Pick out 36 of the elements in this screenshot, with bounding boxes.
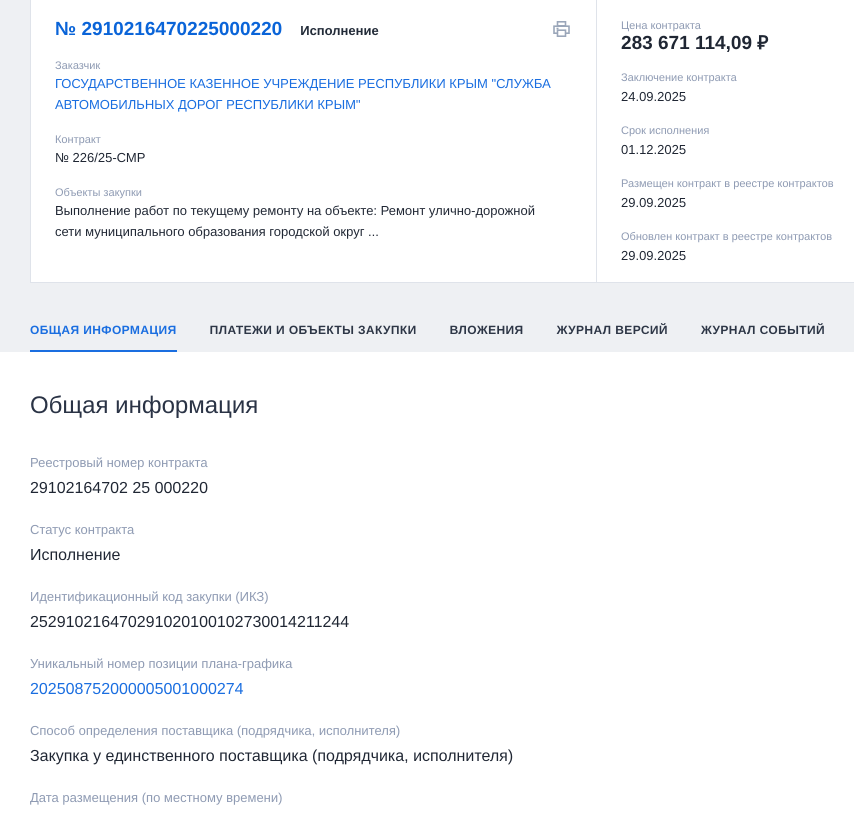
contract-price: 283 671 114,09 ₽ bbox=[621, 33, 768, 55]
date-value: 29.09.2025 bbox=[621, 194, 686, 211]
field-value: 29102164702 25 000220 bbox=[30, 479, 208, 499]
contract-status: Исполнение bbox=[300, 23, 379, 39]
field-label: Заказчик bbox=[55, 59, 100, 73]
section-title: Общая информация bbox=[30, 391, 258, 421]
tab[interactable]: ВЛОЖЕНИЯ bbox=[450, 315, 524, 352]
field-label: Цена контракта bbox=[621, 19, 701, 33]
date-value: 29.09.2025 bbox=[621, 247, 686, 264]
contract-number: № 2910216470225000220 bbox=[55, 18, 282, 42]
field-label: Обновлен контракт в реестре контрактов bbox=[621, 230, 832, 244]
field-label: Уникальный номер позиции плана-графика bbox=[30, 655, 292, 673]
field-label: Идентификационный код закупки (ИКЗ) bbox=[30, 588, 269, 606]
field-label: Реестровый номер контракта bbox=[30, 454, 208, 472]
tab[interactable]: ЖУРНАЛ СОБЫТИЙ bbox=[700, 315, 826, 352]
field-label: Заключение контракта bbox=[621, 71, 737, 85]
print-icon[interactable] bbox=[553, 21, 570, 37]
field-label: Дата размещения (по местному времени) bbox=[30, 789, 282, 807]
field-label: Статус контракта bbox=[30, 521, 134, 539]
tab[interactable]: ПЛАТЕЖИ И ОБЪЕКТЫ ЗАКУПКИ bbox=[210, 315, 417, 352]
field-value: Закупка у единственного поставщика (подрядчика, исполнителя) bbox=[30, 747, 514, 767]
plan-position-link[interactable]: 202508752000005001000274 bbox=[30, 679, 244, 701]
customer-link[interactable]: ГОСУДАРСТВЕННОЕ КАЗЕННОЕ УЧРЕЖДЕНИЕ РЕСПУБЛИКИ КРЫМ "СЛУЖБА АВТОМОБИЛЬНЫХ ДОРОГ РЕСПУБЛИКИ КРЫМ" bbox=[55, 73, 555, 115]
field-label: Срок исполнения bbox=[621, 124, 710, 138]
field-label: Объекты закупки bbox=[55, 186, 142, 200]
field-value: Исполнение bbox=[30, 546, 120, 566]
tab[interactable]: ЖУРНАЛ ВЕРСИЙ bbox=[556, 315, 668, 352]
field-label: Способ определения поставщика (подрядчика, исполнителя) bbox=[30, 722, 400, 740]
tab[interactable]: ОБЩАЯ ИНФОРМАЦИЯ bbox=[30, 315, 177, 352]
field-value: 252910216470291020100102730014211244 bbox=[30, 613, 350, 633]
field-value: № 226/25-СМР bbox=[55, 149, 146, 167]
date-value: 24.09.2025 bbox=[621, 88, 686, 105]
field-label: Размещен контракт в реестре контрактов bbox=[621, 177, 834, 191]
date-value: 01.12.2025 bbox=[621, 141, 686, 158]
field-value: Выполнение работ по текущему ремонту на объекте: Ремонт улично-дорожной сети муниципального образования городской округ ... bbox=[55, 202, 536, 241]
field-label: Контракт bbox=[55, 133, 101, 147]
